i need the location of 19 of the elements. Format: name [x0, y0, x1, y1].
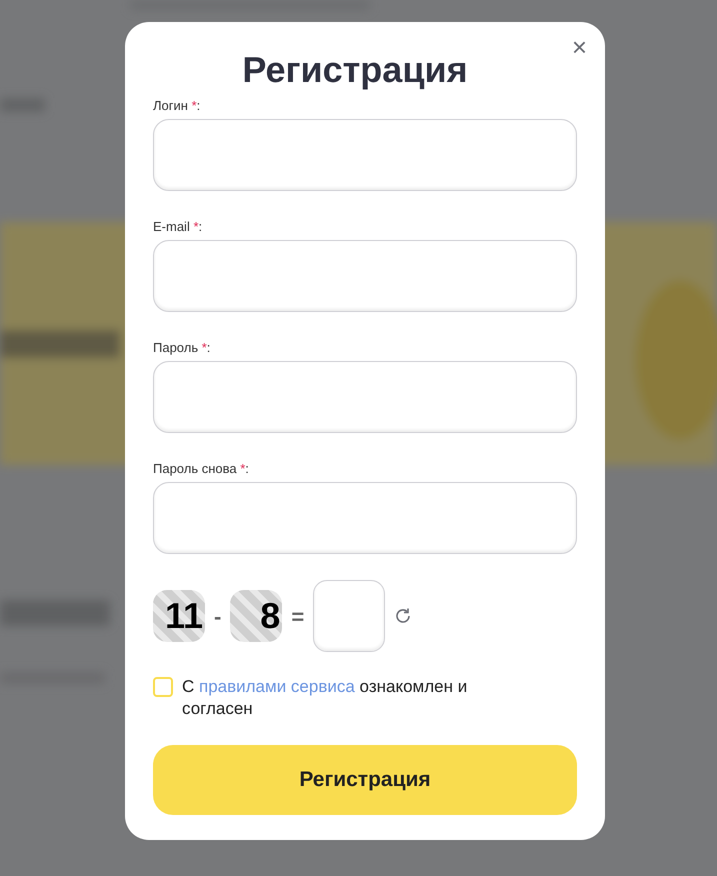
- captcha-number: 8: [230, 590, 282, 642]
- captcha-number: 11: [153, 590, 205, 642]
- input-field[interactable]: [153, 361, 577, 433]
- captcha-operator: =: [291, 602, 304, 630]
- input-field[interactable]: [153, 482, 577, 554]
- field-label: E-mail *:: [153, 219, 204, 235]
- input-field[interactable]: [153, 240, 577, 312]
- field-label: Логин *:: [153, 98, 202, 114]
- register-button[interactable]: Регистрация: [153, 745, 577, 815]
- input-field[interactable]: [153, 119, 577, 191]
- agreement-text: С правилами сервиса ознакомлен и согласен: [182, 676, 468, 720]
- agreement-checkbox[interactable]: [153, 677, 173, 697]
- captcha-operator: -: [214, 602, 222, 630]
- captcha-answer-field[interactable]: [313, 580, 386, 652]
- field-label: Пароль *:: [153, 340, 212, 356]
- dialog-title: Регистрация: [241, 48, 469, 92]
- field-label: Пароль снова *:: [153, 461, 250, 477]
- rules-link[interactable]: правилами сервиса: [199, 677, 355, 696]
- close-button[interactable]: ×: [572, 34, 587, 60]
